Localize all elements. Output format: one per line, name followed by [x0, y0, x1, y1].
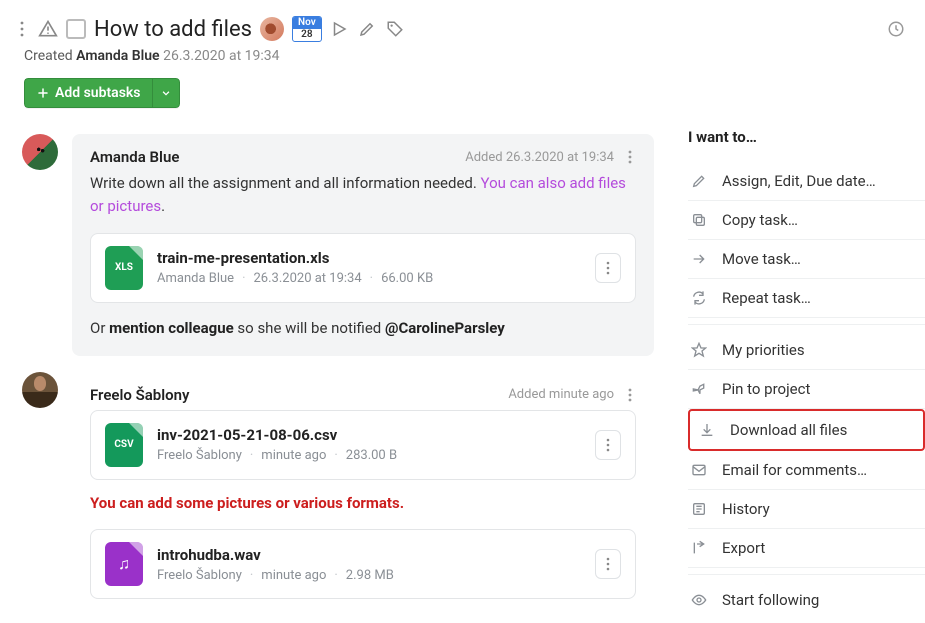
comment-note: You can add some pictures or various for…: [90, 492, 636, 515]
mail-icon: [690, 462, 708, 478]
side-item-label: My priorities: [722, 341, 805, 359]
attachment[interactable]: XLS train-me-presentation.xls Amanda Blu…: [90, 233, 636, 303]
mention[interactable]: @CarolineParsley: [385, 319, 505, 337]
task-checkbox[interactable]: [66, 19, 86, 39]
attachment-time: 26.3.2020 at 19:34: [254, 271, 362, 286]
attachment-uploader: Freelo Šablony: [157, 448, 242, 463]
side-heading: I want to…: [688, 128, 925, 146]
side-item-history[interactable]: History: [688, 490, 925, 529]
file-type-icon: CSV: [105, 423, 143, 467]
comment-menu-button[interactable]: [624, 148, 636, 166]
attachment-size: 283.00 B: [346, 448, 397, 463]
history-icon: [690, 501, 708, 517]
attachment-time: minute ago: [261, 568, 326, 583]
attachment[interactable]: ♫ introhudba.wav Freelo Šablony· minute …: [90, 529, 636, 599]
comment-avatar[interactable]: [22, 134, 58, 170]
drag-handle-icon[interactable]: [20, 21, 30, 37]
alert-triangle-icon[interactable]: [38, 19, 58, 39]
comment: Freelo Šablony Added minute ago CSV inv-…: [4, 364, 664, 623]
side-item-label: History: [722, 500, 770, 518]
attachment-menu-button[interactable]: [595, 253, 621, 283]
attachment-menu-button[interactable]: [595, 549, 621, 579]
attachment-time: minute ago: [261, 448, 326, 463]
comment: Amanda Blue Added 26.3.2020 at 19:34 Wri…: [4, 126, 664, 364]
comment-author: Amanda Blue: [90, 148, 179, 166]
side-item-label: Repeat task…: [722, 289, 811, 307]
attachment-uploader: Amanda Blue: [157, 271, 234, 286]
comment-menu-button[interactable]: [624, 386, 636, 404]
attachment-uploader: Freelo Šablony: [157, 568, 242, 583]
side-item-follow[interactable]: Start following: [688, 581, 925, 619]
file-type-icon: XLS: [105, 246, 143, 290]
side-item-label: Assign, Edit, Due date…: [722, 172, 876, 190]
comment-timestamp: Added minute ago: [508, 387, 614, 402]
side-item-label: Download all files: [730, 421, 847, 439]
attachment-filename: introhudba.wav: [157, 546, 581, 564]
due-month: Nov: [293, 17, 321, 29]
side-item-label: Email for comments…: [722, 461, 867, 479]
attachment[interactable]: CSV inv-2021-05-21-08-06.csv Freelo Šabl…: [90, 410, 636, 480]
comment-body-2: Or mention colleague so she will be noti…: [90, 317, 636, 340]
side-item-label: Move task…: [722, 250, 801, 268]
side-item-priorities[interactable]: My priorities: [688, 331, 925, 370]
pencil-icon[interactable]: [358, 20, 376, 38]
file-type-icon: ♫: [105, 542, 143, 586]
attachment-size: 2.98 MB: [346, 568, 394, 583]
side-item-pin[interactable]: Pin to project: [688, 370, 925, 409]
side-item-copy[interactable]: Copy task…: [688, 201, 925, 240]
comment-avatar[interactable]: [22, 372, 58, 408]
created-author: Amanda Blue: [76, 48, 159, 64]
side-item-label: Export: [722, 539, 765, 557]
pencil-icon: [690, 173, 708, 189]
created-label: Created: [24, 48, 73, 64]
side-item-assign[interactable]: Assign, Edit, Due date…: [688, 162, 925, 201]
side-item-download-all[interactable]: Download all files: [688, 409, 925, 451]
repeat-icon: [690, 290, 708, 306]
attachment-filename: train-me-presentation.xls: [157, 249, 581, 267]
side-item-label: Start following: [722, 591, 819, 609]
side-item-label: Copy task…: [722, 211, 798, 229]
comment-author: Freelo Šablony: [90, 386, 189, 404]
add-subtasks-caret[interactable]: [152, 78, 180, 108]
pin-icon: [690, 381, 708, 397]
arrow-right-icon: [690, 251, 708, 267]
created-timestamp: 26.3.2020 at 19:34: [163, 48, 279, 64]
assignee-avatar[interactable]: [260, 17, 284, 41]
side-item-export[interactable]: Export: [688, 529, 925, 568]
task-title: How to add files: [94, 17, 252, 42]
due-date-badge[interactable]: Nov 28: [292, 16, 322, 42]
export-icon: [690, 540, 708, 556]
side-item-move[interactable]: Move task…: [688, 240, 925, 279]
chevron-down-icon: [161, 88, 171, 98]
play-icon[interactable]: [330, 20, 348, 38]
eye-icon: [690, 592, 708, 608]
due-day: 28: [296, 29, 317, 41]
plus-icon: [37, 87, 49, 99]
comment-timestamp: Added 26.3.2020 at 19:34: [465, 150, 614, 165]
created-line: Created Amanda Blue 26.3.2020 at 19:34: [0, 48, 925, 78]
copy-icon: [690, 212, 708, 228]
add-subtasks-button[interactable]: Add subtasks: [24, 78, 180, 108]
comment-body: Write down all the assignment and all in…: [90, 172, 636, 219]
clock-icon[interactable]: [887, 20, 905, 38]
attachment-filename: inv-2021-05-21-08-06.csv: [157, 426, 581, 444]
attachment-menu-button[interactable]: [595, 430, 621, 460]
download-icon: [698, 422, 716, 438]
side-item-email[interactable]: Email for comments…: [688, 451, 925, 490]
side-item-label: Pin to project: [722, 380, 810, 398]
star-icon: [690, 342, 708, 358]
attachment-size: 66.00 KB: [381, 271, 433, 286]
side-panel: I want to… Assign, Edit, Due date… Copy …: [664, 126, 925, 623]
side-item-repeat[interactable]: Repeat task…: [688, 279, 925, 318]
tag-icon[interactable]: [386, 20, 404, 38]
add-subtasks-label: Add subtasks: [55, 85, 140, 101]
